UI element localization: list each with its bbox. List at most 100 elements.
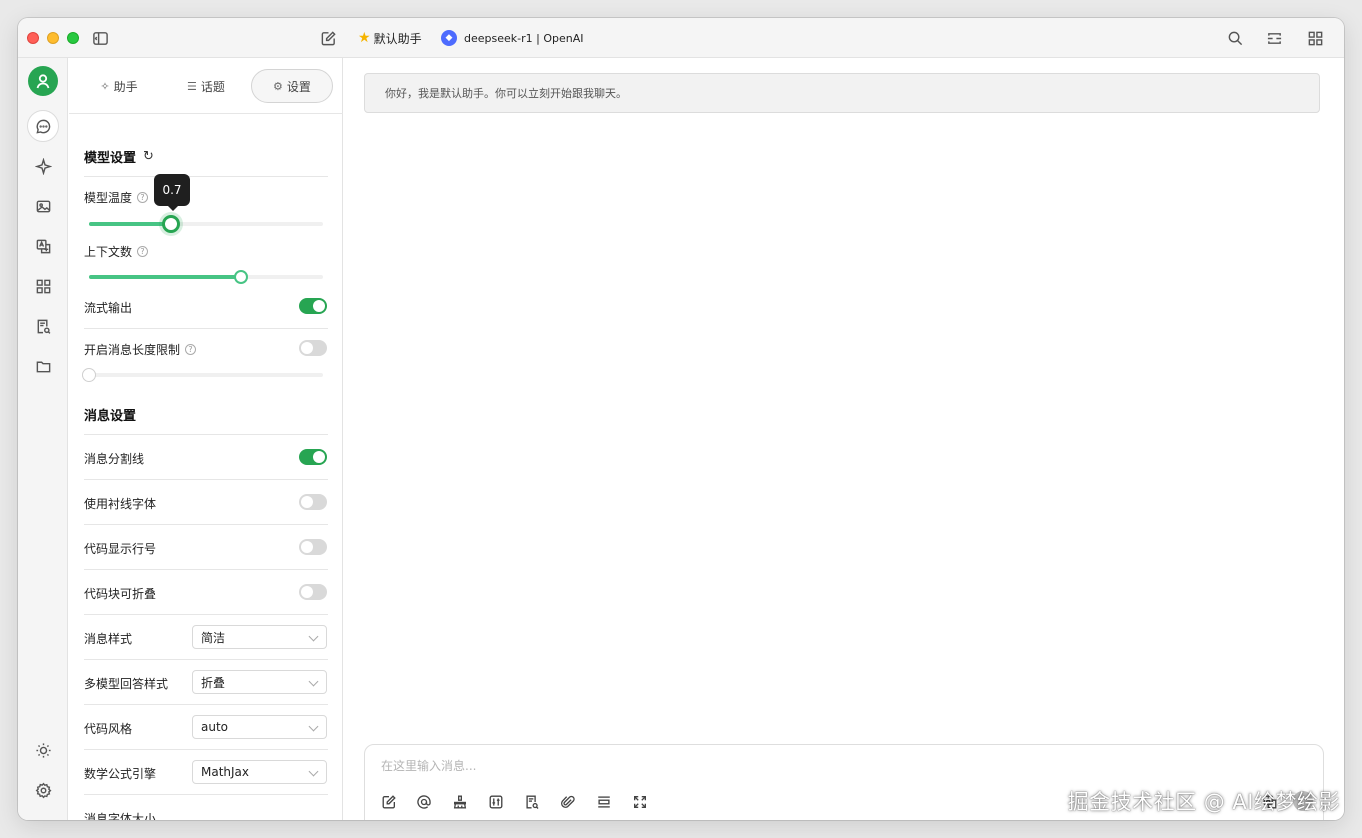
refresh-icon[interactable]: ↻ <box>143 149 154 164</box>
message-input[interactable]: 在这里输入消息... <box>381 757 476 774</box>
slider-fill <box>89 222 171 226</box>
sparkle-icon: ✧ <box>100 79 110 93</box>
assistants-nav-button[interactable] <box>27 150 59 182</box>
tab-settings[interactable]: ⚙ 设置 <box>251 69 333 103</box>
assistant-selector[interactable]: ★ 默认助手 <box>358 29 422 47</box>
chat-area: 你好，我是默认助手。你可以立刻开始跟我聊天。 在这里输入消息... ↑ <box>344 58 1344 820</box>
math-engine-select[interactable]: MathJax <box>192 760 327 784</box>
message-style-select[interactable]: 简洁 <box>192 625 327 649</box>
divider <box>84 328 328 329</box>
divider <box>84 176 328 177</box>
apps-nav-button[interactable] <box>27 270 59 302</box>
context-slider[interactable] <box>89 270 323 284</box>
panel-tabs: ✧ 助手 ☰ 话题 ⚙ 设置 <box>69 58 343 114</box>
theme-toggle-button[interactable] <box>27 734 59 766</box>
clear-brush-icon[interactable] <box>451 793 469 811</box>
fullscreen-icon[interactable] <box>631 793 649 811</box>
divider <box>84 614 328 615</box>
divider <box>84 524 328 525</box>
model-settings-title: 模型设置 ↻ <box>84 149 154 166</box>
star-icon: ★ <box>358 30 371 46</box>
code-style-select[interactable]: auto <box>192 715 327 739</box>
tab-topics[interactable]: ☰ 话题 <box>174 69 238 103</box>
translate-icon <box>36 239 50 253</box>
divider <box>84 434 328 435</box>
tab-label: 设置 <box>286 79 311 94</box>
navigation-rail <box>18 58 68 820</box>
math-engine-label: 数学公式引擎 <box>84 767 157 781</box>
chevron-down-icon <box>308 676 319 687</box>
multi-model-style-select[interactable]: 折叠 <box>192 670 327 694</box>
app-window: ★ 默认助手 ◆ deepseek-r1 | OpenAI ✧ 助手 ☰ 话题 … <box>18 18 1344 820</box>
avatar[interactable] <box>28 66 58 96</box>
mention-at-icon[interactable] <box>415 793 433 811</box>
list-icon: ☰ <box>187 79 197 93</box>
search-icon[interactable] <box>1226 29 1244 47</box>
line-numbers-toggle[interactable] <box>299 539 327 555</box>
message-divider-toggle[interactable] <box>299 449 327 465</box>
minimize-window-button[interactable] <box>47 32 59 44</box>
stream-output-label: 流式输出 <box>84 301 133 315</box>
watermark: 掘金技术社区 @ AI绘梦绘影 <box>1067 790 1340 814</box>
settings-sliders-icon[interactable] <box>487 793 505 811</box>
multi-model-style-label: 多模型回答样式 <box>84 677 169 691</box>
new-topic-icon[interactable] <box>380 793 398 811</box>
chevron-down-icon <box>308 766 319 777</box>
knowledge-nav-button[interactable] <box>27 310 59 342</box>
divider <box>84 794 328 795</box>
gear-icon <box>35 782 51 798</box>
message-divider-label: 消息分割线 <box>84 452 145 466</box>
slider-thumb[interactable] <box>82 368 96 382</box>
sidebar-toggle-icon[interactable] <box>91 29 109 47</box>
new-topic-edit-icon[interactable] <box>319 29 337 47</box>
sparkle-icon <box>34 157 52 175</box>
assistant-name: 默认助手 <box>373 31 422 46</box>
tab-label: 助手 <box>113 79 138 94</box>
serif-font-label: 使用衬线字体 <box>84 497 157 511</box>
settings-nav-button[interactable] <box>27 774 59 806</box>
max-length-label: 开启消息长度限制 ? <box>84 341 197 358</box>
gear-icon: ⚙ <box>273 79 283 93</box>
max-length-toggle[interactable] <box>299 340 327 356</box>
help-icon[interactable]: ? <box>137 246 149 257</box>
titlebar: ★ 默认助手 ◆ deepseek-r1 | OpenAI <box>18 18 1344 58</box>
files-nav-button[interactable] <box>27 350 59 382</box>
apps-grid-icon[interactable] <box>1306 29 1324 47</box>
help-icon[interactable]: ? <box>137 192 149 203</box>
assistant-greeting-message: 你好，我是默认助手。你可以立刻开始跟我聊天。 <box>364 73 1320 113</box>
maximize-window-button[interactable] <box>67 32 79 44</box>
line-numbers-label: 代码显示行号 <box>84 542 157 556</box>
translate-nav-button[interactable] <box>27 230 59 262</box>
tab-assistants[interactable]: ✧ 助手 <box>89 69 149 103</box>
max-length-slider[interactable] <box>82 368 323 382</box>
temperature-tooltip: 0.7 <box>154 174 190 211</box>
divider <box>84 749 328 750</box>
image-nav-button[interactable] <box>27 190 59 222</box>
paperclip-icon[interactable] <box>559 793 577 811</box>
layout-toggle-icon[interactable] <box>1265 29 1283 47</box>
temperature-slider[interactable] <box>89 215 323 233</box>
sun-icon <box>35 742 51 758</box>
collapsible-code-toggle[interactable] <box>299 584 327 600</box>
slider-fill <box>89 275 242 279</box>
close-window-button[interactable] <box>27 32 39 44</box>
knowledge-search-icon[interactable] <box>523 793 541 811</box>
code-style-label: 代码风格 <box>84 722 133 736</box>
model-selector[interactable]: ◆ deepseek-r1 | OpenAI <box>441 29 583 47</box>
serif-font-toggle[interactable] <box>299 494 327 510</box>
slider-thumb[interactable] <box>234 270 249 284</box>
chevron-down-icon <box>308 631 319 642</box>
font-size-label: 消息字体大小 <box>84 812 157 820</box>
message-style-label: 消息样式 <box>84 632 133 646</box>
image-icon <box>36 200 50 212</box>
divider <box>84 704 328 705</box>
expand-height-icon[interactable] <box>595 793 613 811</box>
temperature-label: 模型温度 ? <box>84 189 149 206</box>
chat-nav-button[interactable] <box>27 110 59 142</box>
slider-thumb[interactable] <box>161 215 180 233</box>
stream-output-toggle[interactable] <box>299 298 327 314</box>
apps-grid-icon <box>36 279 50 293</box>
tab-label: 话题 <box>200 79 225 94</box>
collapsible-code-label: 代码块可折叠 <box>84 587 157 601</box>
help-icon[interactable]: ? <box>185 344 197 355</box>
